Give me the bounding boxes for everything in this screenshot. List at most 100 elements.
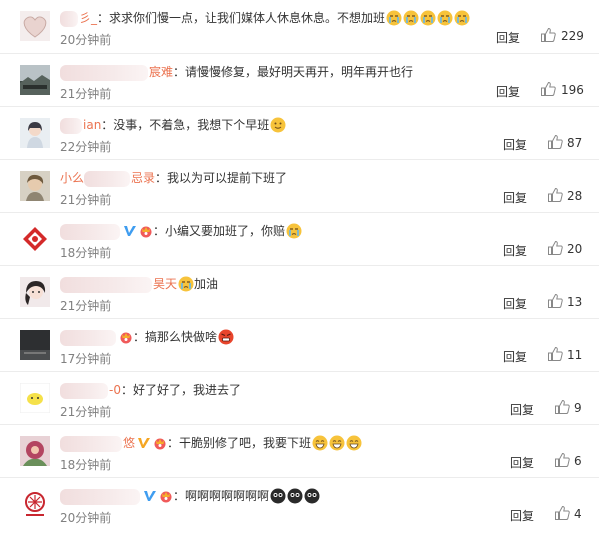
timestamp: 20分钟前 (60, 33, 112, 47)
comment-row: 昊天 加油 21分钟前 回复 13 (0, 265, 599, 318)
crying-emoji (454, 10, 470, 26)
reply-button[interactable]: 回复 (510, 507, 534, 524)
username-start[interactable]: 小么 (60, 171, 84, 185)
timestamp: 21分钟前 (60, 87, 112, 101)
timestamp: 21分钟前 (60, 405, 112, 419)
thumbs-up-icon[interactable] (540, 81, 556, 97)
comment-row: ：啊啊啊啊啊啊啊 20分钟前 回复 4 (0, 477, 599, 530)
reply-button[interactable]: 回复 (510, 454, 534, 471)
flower-avatar[interactable] (20, 436, 50, 466)
like-count: 28 (567, 189, 583, 203)
comment-line: 悠 ：干脆别修了吧，我要下班 (60, 434, 362, 452)
thumbs-up-icon[interactable] (554, 399, 570, 415)
comment-text: ：我以为可以提前下班了 (155, 171, 288, 185)
comment-line: ：小编又要加班了，你赔 (60, 222, 302, 240)
username[interactable]: ian (83, 118, 101, 132)
dark-avatar[interactable] (20, 330, 50, 360)
red-emblem-avatar[interactable] (20, 489, 50, 519)
comment-text: ：干脆别修了吧，我要下班 (167, 436, 312, 450)
reply-button[interactable]: 回复 (496, 83, 520, 100)
thumbs-up-icon[interactable] (547, 293, 563, 309)
comment-line: ：搞那么快做啥 (60, 328, 234, 346)
vip-crown-icon (160, 491, 172, 503)
masked-username (60, 382, 108, 399)
crying-emoji (178, 276, 194, 292)
reply-button[interactable]: 回复 (503, 295, 527, 312)
thumbs-up-icon[interactable] (547, 240, 563, 256)
emoji-group (217, 329, 234, 345)
username[interactable]: 彡_ (79, 11, 97, 25)
username[interactable]: 宸难 (149, 65, 173, 79)
emoji-group (385, 10, 470, 26)
timestamp: 20分钟前 (60, 511, 112, 525)
like-count: 20 (567, 242, 583, 256)
timestamp: 17分钟前 (60, 352, 112, 366)
masked-username (60, 435, 122, 452)
username[interactable]: -0 (109, 383, 121, 397)
girl-avatar[interactable] (20, 118, 50, 148)
comment-line: ian：没事，不着急，我想下个早班 (60, 116, 286, 134)
comment-row: 悠 ：干脆别修了吧，我要下班 18分钟前 回复 6 (0, 424, 599, 477)
portrait-avatar[interactable] (20, 171, 50, 201)
comment-row: -0：好了好了，我进去了 21分钟前 回复 9 (0, 371, 599, 424)
comment-line: 彡_：求求你们慢一点，让我们媒体人休息休息。不想加班 (60, 9, 470, 27)
thumbs-up-icon[interactable] (554, 505, 570, 521)
username[interactable]: 昊天 (153, 277, 177, 291)
verified-icon (144, 491, 156, 501)
thumbs-up-icon[interactable] (554, 452, 570, 468)
masked-username (60, 10, 78, 27)
reply-button[interactable]: 回复 (503, 348, 527, 365)
comment-text: ：求求你们慢一点，让我们媒体人休息休息。不想加班 (97, 11, 386, 25)
comment-row: 小么 忌录：我以为可以提前下班了 21分钟前 回复 28 (0, 159, 599, 212)
reply-button[interactable]: 回复 (510, 401, 534, 418)
crying-emoji (386, 10, 402, 26)
like-count: 9 (574, 401, 582, 415)
timestamp: 22分钟前 (60, 140, 112, 154)
anime-avatar[interactable] (20, 277, 50, 307)
comment-text: ：小编又要加班了，你赔 (153, 224, 286, 238)
thumbs-up-icon[interactable] (540, 27, 556, 43)
like-count: 13 (567, 295, 583, 309)
red-logo-avatar[interactable] (20, 224, 50, 254)
comment-line: 宸难：请慢慢修复，最好明天再开，明年再开也行 (60, 63, 413, 81)
comment-text: ：请慢慢修复，最好明天再开，明年再开也行 (173, 65, 414, 79)
masked-username (60, 276, 152, 293)
comment-text: ：搞那么快做啥 (133, 330, 218, 344)
verified-gold-icon (138, 438, 151, 448)
timestamp: 18分钟前 (60, 458, 112, 472)
crying-emoji (286, 223, 302, 239)
username[interactable]: 悠 (123, 436, 135, 450)
crying-emoji (420, 10, 436, 26)
like-count: 11 (567, 348, 583, 362)
username[interactable]: 忌录 (131, 171, 155, 185)
reply-button[interactable]: 回复 (503, 242, 527, 259)
yellow-face-avatar[interactable] (20, 383, 50, 413)
grin-emoji (329, 435, 345, 451)
comment-text: ：啊啊啊啊啊啊啊 (173, 489, 270, 503)
comment-line: ：啊啊啊啊啊啊啊 (60, 487, 320, 505)
comment-row: ：小编又要加班了，你赔 18分钟前 回复 20 (0, 212, 599, 265)
black-face-emoji (270, 488, 286, 504)
thumbs-up-icon[interactable] (547, 346, 563, 362)
masked-username (60, 329, 116, 346)
crying-emoji (403, 10, 419, 26)
emoji-group (269, 117, 286, 133)
reply-button[interactable]: 回复 (503, 136, 527, 153)
timestamp: 21分钟前 (60, 193, 112, 207)
emoji-group (269, 488, 320, 504)
comment-list: 彡_：求求你们慢一点，让我们媒体人休息休息。不想加班 20分钟前 回复 229 … (0, 0, 599, 535)
landscape-avatar[interactable] (20, 65, 50, 95)
thumbs-up-icon[interactable] (547, 134, 563, 150)
reply-button[interactable]: 回复 (503, 189, 527, 206)
crying-emoji (437, 10, 453, 26)
emoji-group (177, 276, 194, 292)
heart-avatar[interactable] (20, 11, 50, 41)
grin-emoji (312, 435, 328, 451)
thumbs-up-icon[interactable] (547, 187, 563, 203)
emoji-group (311, 435, 362, 451)
reply-button[interactable]: 回复 (496, 29, 520, 46)
comment-row: 宸难：请慢慢修复，最好明天再开，明年再开也行 21分钟前 回复 196 (0, 53, 599, 106)
like-count: 229 (561, 29, 584, 43)
masked-username (60, 488, 140, 505)
comment-text: 加油 (194, 277, 219, 291)
